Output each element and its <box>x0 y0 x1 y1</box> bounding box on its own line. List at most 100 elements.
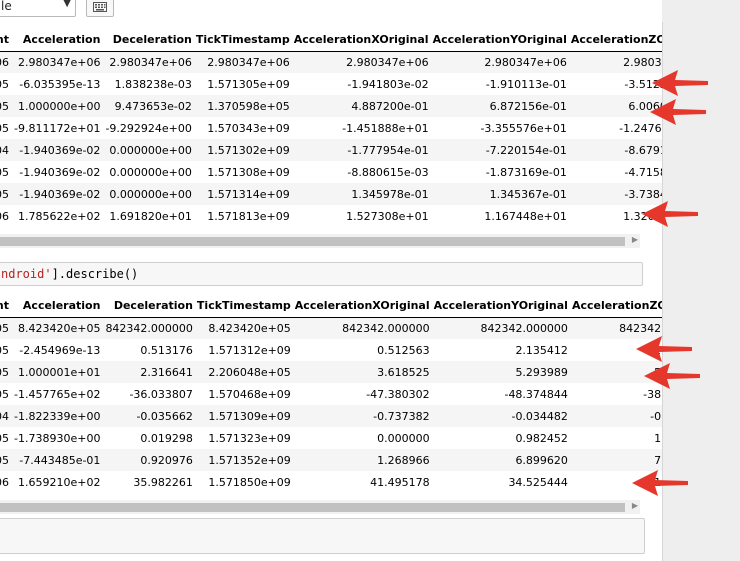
column-header: AccelerationZOriginal <box>570 28 662 52</box>
table-cell: 8.423420e+05 <box>208 321 291 335</box>
table-cell: 2.980347e+06 <box>207 55 290 69</box>
table-cell: 6.899620 <box>515 453 568 467</box>
row-index-cell: 04 <box>0 143 9 157</box>
row-index-cell: 05 <box>0 365 9 379</box>
table-row: 04 -1.940369e-02 0.000000e+00 1.571302e+09 -… <box>0 139 662 161</box>
table-cell: 1.691820e+01 <box>109 209 192 223</box>
table-cell: -8.880615e-03 <box>347 165 429 179</box>
table-cell: 5.441753 <box>654 365 662 379</box>
horizontal-scrollbar[interactable]: ▶ <box>0 500 640 514</box>
table-cell: 35.982261 <box>133 475 193 489</box>
table-cell: -1.910113e-01 <box>485 77 567 91</box>
table-cell: 1.000000e+00 <box>17 99 101 113</box>
table-cell: -9.811172e+01 <box>14 121 101 135</box>
table-cell: 1.320921e+01 <box>623 209 662 223</box>
table-row: 06 1.659210e+02 35.982261 1.571850e+09 41.49… <box>0 471 662 493</box>
keyboard-icon <box>93 1 107 12</box>
table-cell: 1.571308e+09 <box>207 165 290 179</box>
table-cell: 1.167448e+01 <box>484 209 567 223</box>
table-cell: -1.457765e+02 <box>14 387 101 401</box>
table-cell: 0.000000e+00 <box>109 165 192 179</box>
cell-type-dropdown[interactable]: le ▼ <box>0 0 76 17</box>
row-index-cell: 05 <box>0 77 9 91</box>
table-cell: 2.980347e+06 <box>109 55 192 69</box>
table-cell: -6.035395e-13 <box>19 77 101 91</box>
column-header: AccelerationYOriginal <box>432 28 571 52</box>
empty-code-cell[interactable] <box>0 518 645 554</box>
table-cell: 2.694697 <box>654 343 662 357</box>
table-cell: 1.785622e+02 <box>17 209 101 223</box>
table-cell: 1.714248 <box>654 431 662 445</box>
row-index-cell: 06 <box>0 209 9 223</box>
table-row: 05 -9.811172e+01 -9.292924e+00 1.570343e+09… <box>0 117 662 139</box>
code-cell[interactable]: ndroid'].describe() <box>0 262 643 286</box>
table-cell: 2.980347e+06 <box>623 55 662 69</box>
scrollbar-thumb[interactable] <box>0 503 625 512</box>
code-string: ndroid' <box>1 267 52 281</box>
table-cell: -1.940369e-02 <box>19 187 101 201</box>
table-row: 05 -7.443485e-01 0.920976 1.571352e+09 1.268… <box>0 449 662 471</box>
table-cell: -1.451888e+01 <box>342 121 429 135</box>
column-header: TickTimestamp <box>196 294 295 318</box>
table-cell: 1.268966 <box>377 453 430 467</box>
table-cell: -1.738930e+00 <box>14 431 101 445</box>
table-cell: 1.571323e+09 <box>208 431 291 445</box>
notebook-toolbar: le ▼ <box>0 0 662 23</box>
table-cell: -7.443485e-01 <box>19 453 101 467</box>
column-header: ht <box>0 28 13 52</box>
code-line[interactable]: ndroid'].describe() <box>1 267 138 281</box>
table-cell: 2.206048e+05 <box>208 365 291 379</box>
table-cell: -3.738403e-03 <box>624 187 662 201</box>
table-row: 06 1.785622e+02 1.691820e+01 1.571813e+09 1.… <box>0 205 662 227</box>
table-cell: -1.777954e-01 <box>347 143 429 157</box>
row-index-cell: 05 <box>0 453 9 467</box>
table-cell: 1.345367e-01 <box>489 187 567 201</box>
table-row: 05 1.000000e+00 9.473653e-02 1.370598e+05 4.… <box>0 95 662 117</box>
scrollbar-thumb[interactable] <box>0 237 625 246</box>
table-cell: 2.316641 <box>140 365 193 379</box>
table-cell: 1.570468e+09 <box>208 387 291 401</box>
table-cell: 41.205471 <box>647 475 662 489</box>
scroll-right-icon[interactable]: ▶ <box>632 235 638 244</box>
table-cell: 842342.000000 <box>342 321 430 335</box>
table-cell: 0.019298 <box>140 431 193 445</box>
table-cell: 0.513176 <box>140 343 193 357</box>
table-cell: 1.571312e+09 <box>208 343 291 357</box>
table-cell: 5.293989 <box>515 365 568 379</box>
table-cell: 1.659210e+02 <box>17 475 101 489</box>
table-cell: 0.000000e+00 <box>109 187 192 201</box>
row-index-cell: 06 <box>0 55 9 69</box>
table-cell: 1.370598e+05 <box>207 99 290 113</box>
row-index-cell: 05 <box>0 431 9 445</box>
table-cell: 2.980347e+06 <box>17 55 101 69</box>
scroll-right-icon[interactable]: ▶ <box>632 501 638 510</box>
table-cell: 842342.000000 <box>480 321 568 335</box>
table-cell: 1.571813e+09 <box>207 209 290 223</box>
keyboard-shortcuts-button[interactable] <box>86 0 114 17</box>
table-cell: -1.940369e-02 <box>19 143 101 157</box>
table-cell: 8.423420e+05 <box>17 321 101 335</box>
table-cell: 0.000000 <box>377 431 430 445</box>
row-index-cell: 04 <box>0 409 9 423</box>
table-cell: 2.135412 <box>515 343 568 357</box>
column-header: Deceleration <box>104 294 197 318</box>
table-cell: 6.872156e-01 <box>489 99 567 113</box>
table-row: 06 2.980347e+06 2.980347e+06 2.980347e+06 2.… <box>0 51 662 73</box>
column-header: Acceleration <box>13 294 105 318</box>
table-cell: -8.679199e-01 <box>624 143 662 157</box>
table-row: 05 -6.035395e-13 1.838238e-03 1.571305e+09 -… <box>0 73 662 95</box>
code-method-call: ].describe() <box>51 267 139 281</box>
column-header: AccelerationYOriginal <box>433 294 572 318</box>
horizontal-scrollbar[interactable]: ▶ <box>0 234 640 248</box>
column-header: Acceleration <box>13 28 105 52</box>
table-cell: 3.618525 <box>377 365 430 379</box>
row-index-cell: 06 <box>0 475 9 489</box>
table-cell: 1.571850e+09 <box>208 475 291 489</box>
table-cell: 1.527308e+01 <box>346 209 429 223</box>
table-cell: -0.035662 <box>136 409 193 423</box>
table-cell: -1.873169e-01 <box>485 165 567 179</box>
table-cell: -0.737382 <box>373 409 430 423</box>
table-cell: 2.980347e+06 <box>346 55 429 69</box>
table-cell: 1.838238e-03 <box>114 77 192 91</box>
table-row: 04 -1.822339e+00 -0.035662 1.571309e+09 -0.7… <box>0 405 662 427</box>
